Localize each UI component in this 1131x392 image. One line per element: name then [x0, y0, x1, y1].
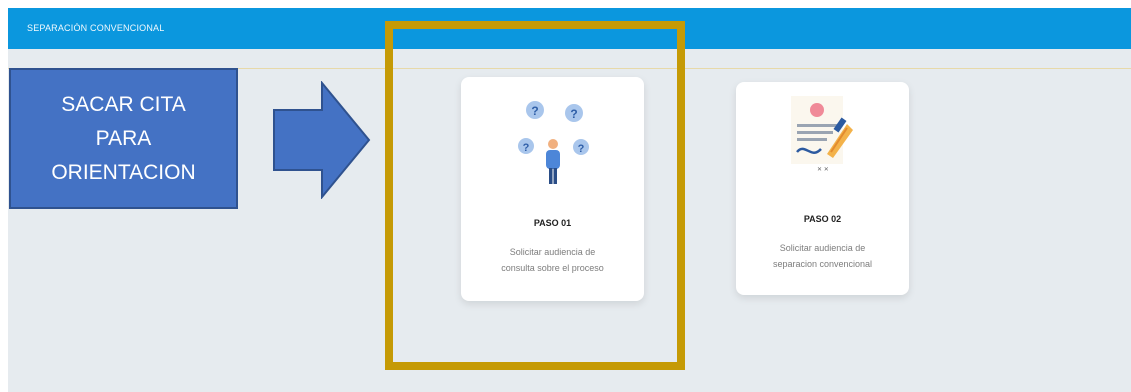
step-card-2[interactable]: ✕ ✕ PASO 02 Solicitar audiencia de separ… — [736, 82, 909, 295]
arrow-right-icon — [273, 81, 371, 199]
highlight-frame — [385, 21, 685, 370]
step-label: PASO 02 — [803, 214, 842, 224]
page-title: SEPARACIÓN CONVENCIONAL — [27, 23, 165, 33]
step-description: Solicitar audiencia de separacion conven… — [772, 243, 873, 269]
svg-text:✕ ✕: ✕ ✕ — [817, 167, 829, 173]
document-signature-icon: ✕ ✕ — [791, 96, 853, 173]
callout-box: SACAR CITA PARA ORIENTACION — [9, 68, 238, 209]
